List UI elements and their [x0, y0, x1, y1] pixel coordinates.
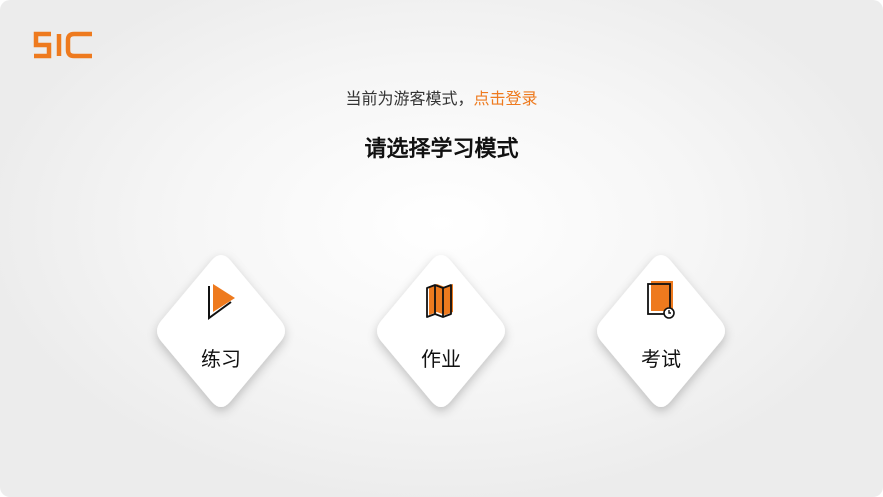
mode-card-practice[interactable]: 练习	[151, 250, 291, 412]
play-icon	[208, 284, 235, 320]
page-title: 请选择学习模式	[364, 137, 519, 162]
mode-card-exam[interactable]: 考试	[591, 250, 731, 412]
guest-mode-text: 当前为游客模式，	[345, 89, 474, 108]
login-link[interactable]: 点击登录	[474, 89, 538, 108]
mode-label-homework: 作业	[421, 347, 461, 371]
diamond-card-bg	[377, 255, 505, 407]
diamond-card-bg	[157, 255, 285, 407]
mode-label-practice: 练习	[201, 347, 241, 371]
exam-document-clock-icon	[647, 281, 675, 319]
folded-map-icon	[426, 284, 453, 318]
mode-select-screen: 当前为游客模式，点击登录 请选择学习模式 练习 作业 考试	[0, 0, 883, 497]
brand-logo-icon	[33, 31, 92, 59]
mode-label-exam: 考试	[641, 347, 681, 371]
brand-logo	[32, 30, 94, 60]
mode-card-homework[interactable]: 作业	[371, 250, 511, 412]
diamond-card-bg	[597, 255, 725, 407]
guest-mode-notice: 当前为游客模式，点击登录	[0, 88, 883, 110]
